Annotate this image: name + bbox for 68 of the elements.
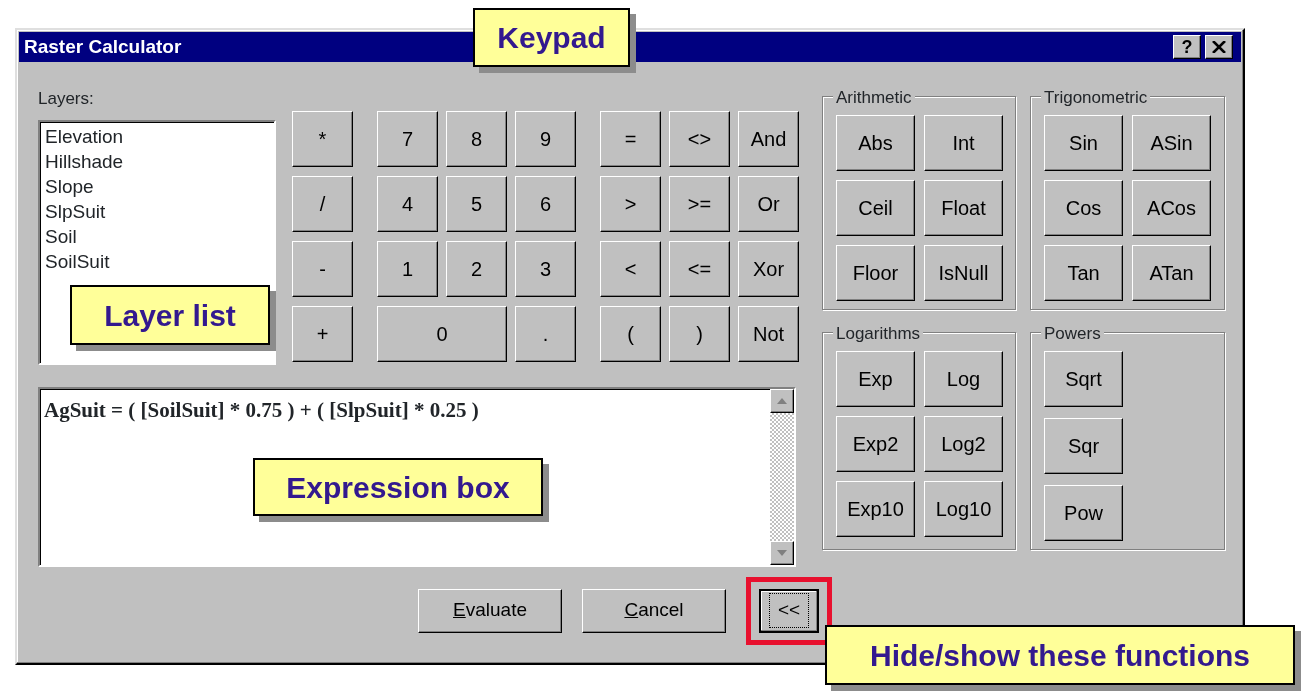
keypad-button[interactable]: 0: [377, 306, 507, 362]
keypad-button[interactable]: 3: [515, 241, 576, 297]
keypad-button[interactable]: /: [292, 176, 353, 232]
layer-item[interactable]: Slope: [45, 173, 269, 199]
toggle-button[interactable]: <<: [759, 588, 819, 633]
keypad-button[interactable]: 2: [446, 241, 507, 297]
function-button[interactable]: ASin: [1132, 115, 1211, 171]
function-button[interactable]: Tan: [1044, 245, 1123, 301]
keypad-button[interactable]: <: [600, 241, 661, 297]
keypad-button[interactable]: 8: [446, 111, 507, 167]
keypad-button[interactable]: ): [669, 306, 730, 362]
function-button[interactable]: ATan: [1132, 245, 1211, 301]
layer-item[interactable]: Elevation: [45, 123, 269, 149]
keypad-button[interactable]: +: [292, 306, 353, 362]
keypad-button[interactable]: =: [600, 111, 661, 167]
layer-item[interactable]: Soil: [45, 223, 269, 249]
keypad-button[interactable]: 9: [515, 111, 576, 167]
keypad-button[interactable]: 5: [446, 176, 507, 232]
function-button[interactable]: Log: [924, 351, 1003, 407]
scroll-bar[interactable]: [770, 388, 794, 565]
window-title: Raster Calculator: [24, 34, 182, 59]
layer-item[interactable]: SoilSuit: [45, 248, 269, 274]
keypad-button[interactable]: Or: [738, 176, 799, 232]
function-button[interactable]: Exp: [836, 351, 915, 407]
keypad-button[interactable]: >=: [669, 176, 730, 232]
keypad-button[interactable]: *: [292, 111, 353, 167]
function-button[interactable]: Exp2: [836, 416, 915, 472]
keypad-button[interactable]: -: [292, 241, 353, 297]
function-button[interactable]: Floor: [836, 245, 915, 301]
scroll-up-button[interactable]: [770, 388, 794, 413]
dialog-button[interactable]: Cancel: [582, 588, 726, 633]
function-button[interactable]: Pow: [1044, 485, 1123, 541]
function-button[interactable]: Int: [924, 115, 1003, 171]
keypad-button[interactable]: .: [515, 306, 576, 362]
keypad-button[interactable]: Xor: [738, 241, 799, 297]
function-button[interactable]: Sin: [1044, 115, 1123, 171]
keypad-button[interactable]: 6: [515, 176, 576, 232]
close-button[interactable]: [1205, 35, 1233, 59]
function-button[interactable]: Abs: [836, 115, 915, 171]
function-button[interactable]: Float: [924, 180, 1003, 236]
layer-item[interactable]: SlpSuit: [45, 198, 269, 224]
function-button[interactable]: Sqr: [1044, 418, 1123, 474]
function-button[interactable]: Log2: [924, 416, 1003, 472]
down-arrow-icon: [777, 549, 787, 556]
keypad-button[interactable]: <=: [669, 241, 730, 297]
function-button[interactable]: Exp10: [836, 481, 915, 537]
keypad-button[interactable]: And: [738, 111, 799, 167]
layers-label: Layers:: [38, 88, 95, 110]
keypad-button[interactable]: 7: [377, 111, 438, 167]
keypad-button[interactable]: <>: [669, 111, 730, 167]
function-button[interactable]: ACos: [1132, 180, 1211, 236]
close-icon: [1212, 41, 1226, 53]
up-arrow-icon: [777, 397, 787, 404]
keypad-button[interactable]: Not: [738, 306, 799, 362]
function-button[interactable]: IsNull: [924, 245, 1003, 301]
function-button[interactable]: Sqrt: [1044, 351, 1123, 407]
scroll-down-button[interactable]: [770, 540, 794, 565]
keypad-button[interactable]: (: [600, 306, 661, 362]
keypad-button[interactable]: >: [600, 176, 661, 232]
function-button[interactable]: Log10: [924, 481, 1003, 537]
function-button[interactable]: Ceil: [836, 180, 915, 236]
keypad-button[interactable]: 1: [377, 241, 438, 297]
expression-text: AgSuit = ( [SoilSuit] * 0.75 ) + ( [SlpSuit] * 0.25 ): [44, 397, 479, 422]
layer-item[interactable]: Hillshade: [45, 148, 269, 174]
dialog-button[interactable]: Evaluate: [418, 588, 562, 633]
function-button[interactable]: Cos: [1044, 180, 1123, 236]
keypad-button[interactable]: 4: [377, 176, 438, 232]
help-button[interactable]: ?: [1173, 35, 1201, 59]
